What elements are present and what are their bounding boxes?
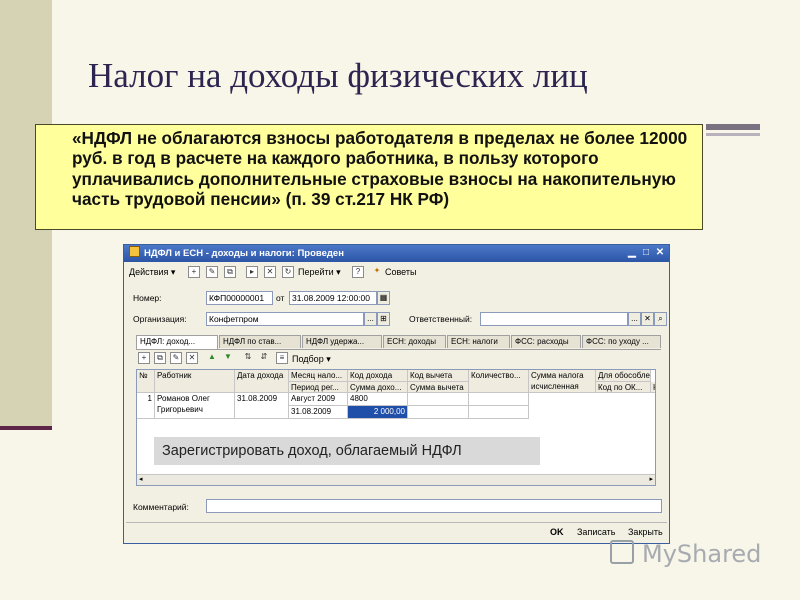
col-tax-sum-header: Сумма налога исчисленная [529, 370, 596, 393]
refresh-icon[interactable]: ↻ [282, 266, 294, 278]
main-toolbar: Действия ▾ + ✎ ⧉ ▸ ✕ ↻ Перейти ▾ ? ✦ Сов… [126, 264, 667, 281]
document-icon [129, 246, 140, 257]
tab-fss-expenses[interactable]: ФСС: расходы [511, 335, 581, 348]
tab-bar: НДФЛ: доход... НДФЛ по став... НДФЛ удер… [136, 335, 661, 350]
row-employee-cell[interactable]: Романов Олег Григорьевич [155, 393, 235, 419]
tab-ndfl-withheld[interactable]: НДФЛ удержа... [302, 335, 382, 348]
clear-responsible-icon[interactable]: ✕ [641, 312, 654, 326]
move-up-icon[interactable]: ▲ [206, 352, 218, 364]
slide-right-accent-line [706, 124, 760, 130]
row-num-cell[interactable]: 1 [137, 393, 155, 419]
help-icon[interactable]: ? [352, 266, 364, 278]
sort-descending-icon[interactable]: ⇵ [258, 352, 270, 364]
responsible-field[interactable] [480, 312, 628, 326]
income-table: № Работник Дата дохода Месяц нало... Код… [136, 369, 656, 486]
delete-row-icon[interactable]: ✕ [186, 352, 198, 364]
row-quantity-cell-2[interactable] [469, 406, 529, 419]
scroll-right-icon[interactable]: ▸ [649, 475, 653, 485]
search-icon[interactable]: ⌕ [654, 312, 667, 326]
minimize-icon[interactable]: ▁ [626, 247, 638, 259]
col-k-header: К [651, 382, 655, 393]
tab-ndfl-rates[interactable]: НДФЛ по став... [219, 335, 301, 348]
open-organization-icon[interactable]: ⊞ [377, 312, 390, 326]
sort-ascending-icon[interactable]: ⇅ [242, 352, 254, 364]
row-month-cell[interactable]: Август 2009 [289, 393, 348, 406]
col-quantity-header: Количество... [469, 370, 529, 393]
bottom-button-bar: OK Записать Закрыть [126, 522, 667, 541]
number-field[interactable]: КФП00000001 [206, 291, 273, 305]
col-employee-header: Работник [155, 370, 235, 393]
date-field[interactable]: 31.08.2009 12:00:00 [289, 291, 377, 305]
tab-fss-care[interactable]: ФСС: по уходу ... [582, 335, 661, 348]
date-from-label: от [276, 293, 285, 303]
actions-menu-button[interactable]: Действия ▾ [129, 264, 175, 280]
col-period-header: Период рег... [289, 382, 348, 393]
tips-icon: ✦ [373, 266, 381, 275]
row-period-cell[interactable]: 31.08.2009 [289, 406, 348, 419]
watermark-logo-icon [610, 540, 634, 564]
copy-row-icon[interactable]: ⧉ [154, 352, 166, 364]
number-label: Номер: [133, 293, 162, 303]
note-box: «НДФЛ не облагаются взносы работодателя … [35, 124, 703, 230]
col-separate-header: Для обособле... [596, 370, 651, 382]
col-date-header: Дата дохода [235, 370, 289, 393]
watermark-text: MyShared [642, 540, 762, 568]
copy-icon[interactable]: ⧉ [224, 266, 236, 278]
new-document-icon[interactable]: + [188, 266, 200, 278]
select-organization-button[interactable]: ... [364, 312, 377, 326]
register-income-callout: Зарегистрировать доход, облагаемый НДФЛ [154, 437, 540, 465]
goto-menu-button[interactable]: Перейти ▾ [298, 264, 341, 280]
watermark: MyShared [610, 538, 770, 572]
col-deduction-sum-header: Сумма вычета [408, 382, 469, 393]
document-window: НДФЛ и ЕСН - доходы и налоги: Проведен ▁… [123, 244, 670, 544]
col-income-code-header: Код дохода [348, 370, 408, 382]
slide-title: Налог на доходы физических лиц [88, 56, 588, 95]
col-ok-code-header: Код по ОК... [596, 382, 651, 393]
note-text: «НДФЛ не облагаются взносы работодателя … [72, 128, 688, 210]
organization-label: Организация: [133, 314, 187, 324]
save-button[interactable]: Записать [577, 525, 615, 539]
row-date-cell[interactable]: 31.08.2009 [235, 393, 289, 419]
organization-field[interactable]: Конфетпром [206, 312, 364, 326]
podbor-button[interactable]: Подбор ▾ [292, 351, 331, 367]
scroll-left-icon[interactable]: ◂ [139, 475, 143, 485]
col-deduction-code-header: Код вычета [408, 370, 469, 382]
col-num-header: № [137, 370, 155, 393]
horizontal-scrollbar[interactable]: ◂ ▸ [137, 474, 655, 485]
ok-button[interactable]: OK [550, 525, 564, 539]
row-deduction-sum-cell[interactable] [408, 406, 469, 419]
move-down-icon[interactable]: ▼ [222, 352, 234, 364]
close-button[interactable]: Закрыть [628, 525, 663, 539]
select-responsible-button[interactable]: ... [628, 312, 641, 326]
edit-icon[interactable]: ✎ [206, 266, 218, 278]
comment-field[interactable] [206, 499, 662, 513]
row-quantity-cell[interactable] [469, 393, 529, 406]
row-income-sum-cell[interactable]: 2 000,00 [348, 406, 408, 419]
window-title: НДФЛ и ЕСН - доходы и налоги: Проведен [144, 248, 344, 259]
edit-row-icon[interactable]: ✎ [170, 352, 182, 364]
post-document-icon[interactable]: ▸ [246, 266, 258, 278]
close-icon[interactable]: ✕ [654, 247, 666, 259]
slide-left-accent-line [0, 426, 52, 430]
tab-ndfl-income[interactable]: НДФЛ: доход... [136, 335, 218, 349]
unpost-document-icon[interactable]: ✕ [264, 266, 276, 278]
tips-button[interactable]: Советы [385, 264, 416, 280]
maximize-icon[interactable]: □ [640, 247, 652, 259]
row-income-code-cell[interactable]: 4800 [348, 393, 408, 406]
tab-esn-taxes[interactable]: ЕСН: налоги [447, 335, 510, 348]
window-titlebar[interactable]: НДФЛ и ЕСН - доходы и налоги: Проведен ▁… [124, 245, 669, 262]
col-month-header: Месяц нало... [289, 370, 348, 382]
selection-list-icon: ≡ [276, 352, 288, 364]
col-income-sum-header: Сумма дохо... [348, 382, 408, 393]
tab-esn-income[interactable]: ЕСН: доходы [383, 335, 446, 348]
row-deduction-code-cell[interactable] [408, 393, 469, 406]
add-row-icon[interactable]: + [138, 352, 150, 364]
responsible-label: Ответственный: [409, 314, 473, 324]
slide-right-accent-line-thin [706, 133, 760, 136]
comment-label: Комментарий: [133, 502, 189, 512]
calendar-icon[interactable]: ▦ [377, 291, 390, 305]
